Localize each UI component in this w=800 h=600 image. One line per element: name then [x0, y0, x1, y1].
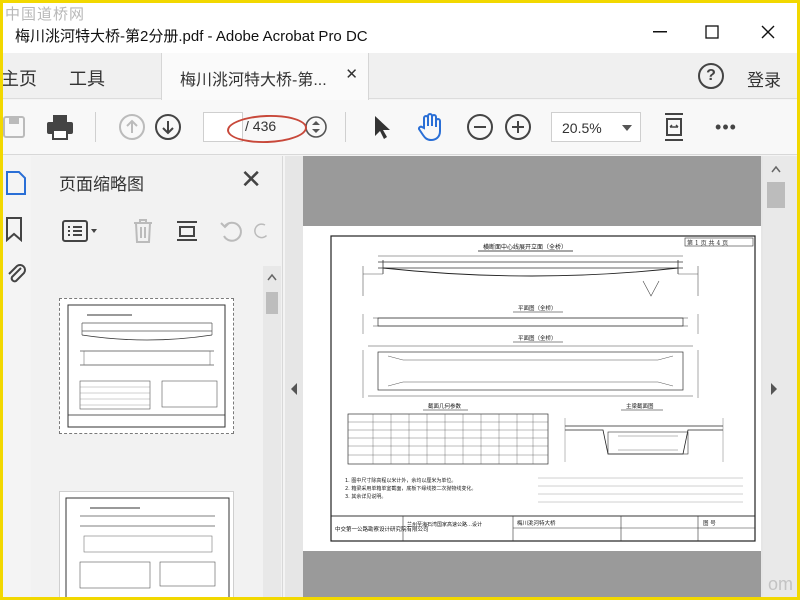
thumbnails-scrollbar[interactable] — [263, 266, 281, 597]
thumbnail-2-drawing — [65, 497, 230, 597]
menu-tab-bar: 主页 工具 梅川洮河特大桥-第... ✕ ? 登录 — [3, 53, 797, 100]
extract-page-button[interactable] — [173, 218, 201, 244]
zoom-in-button[interactable] — [501, 110, 535, 144]
login-link[interactable]: 登录 — [747, 66, 781, 91]
zoom-level-value: 20.5% — [562, 120, 602, 136]
minus-circle-icon — [467, 114, 493, 140]
more-tools-button[interactable]: ••• — [709, 110, 743, 144]
thumbnail-1-drawing — [67, 304, 226, 428]
maximize-icon — [705, 25, 719, 39]
document-view: 第 1 页 共 4 页 横断面中心线展开立面（全桥） 平面图（全桥） 平面图（全… — [285, 156, 797, 597]
hand-tool-button[interactable] — [413, 110, 447, 144]
tab-document[interactable]: 梅川洮河特大桥-第... ✕ — [161, 53, 369, 100]
engineering-drawing: 第 1 页 共 4 页 横断面中心线展开立面（全桥） 平面图（全桥） 平面图（全… — [330, 235, 756, 542]
navigation-rail — [3, 156, 31, 597]
bookmarks-nav-button[interactable] — [5, 216, 27, 243]
watermark-logo: 中国道桥网 — [5, 5, 86, 23]
chevron-down-icon — [622, 125, 632, 131]
page-gap-bottom — [303, 551, 761, 597]
arrow-up-circle-icon — [119, 114, 145, 140]
scrollbar-thumb[interactable] — [266, 292, 278, 314]
rotate-left-icon — [220, 221, 242, 242]
title-block-bridge: 梅川洮河特大桥 — [517, 519, 556, 527]
stepper-icon — [305, 116, 327, 138]
window-title: 梅川洮河特大桥-第2分册.pdf - Adobe Acrobat Pro DC — [15, 28, 368, 45]
title-block-drawing-no: 图 号 — [703, 519, 716, 527]
save-icon — [3, 116, 25, 138]
expand-right-pane-arrow-icon — [771, 383, 777, 395]
minimize-icon — [653, 31, 667, 33]
note-3: 3. 其余详见说明。 — [345, 493, 386, 500]
note-2: 2. 箱梁采用单箱单室截面，底板下缘线按二次抛物线变化。 — [345, 485, 476, 492]
delete-page-button[interactable] — [129, 218, 157, 244]
panel-title: 页面缩略图 — [59, 175, 144, 194]
tab-document-label: 梅川洮河特大桥-第... — [180, 72, 327, 89]
fit-page-button[interactable] — [657, 110, 691, 144]
close-window-button[interactable] — [745, 17, 791, 47]
toolbar-separator — [95, 112, 96, 142]
page-thumbnails-nav-button[interactable] — [5, 170, 27, 196]
page-thumbnail-1[interactable] — [59, 298, 234, 434]
scroll-up-arrow-icon — [267, 273, 277, 281]
note-1: 1. 图中尺寸除高程以米计外，余均以厘米为单位。 — [345, 477, 456, 484]
toolbar-separator — [345, 112, 346, 142]
drawing-title-elevation: 横断面中心线展开立面（全桥） — [483, 243, 567, 251]
rotate-right-icon — [254, 223, 268, 239]
close-icon — [761, 25, 775, 39]
collapse-panel-arrow-icon — [291, 383, 297, 395]
minimize-button[interactable] — [637, 17, 683, 47]
trash-icon — [134, 219, 152, 243]
previous-page-button[interactable] — [115, 110, 149, 144]
printer-icon — [47, 115, 73, 140]
hand-icon — [418, 113, 441, 142]
document-scrollbar[interactable] — [763, 156, 797, 597]
main-toolbar: / 436 20.5% ••• — [3, 100, 797, 155]
table-title: 截面几何参数 — [428, 402, 462, 410]
print-button[interactable] — [43, 110, 77, 144]
fit-page-icon — [665, 113, 683, 141]
rotate-left-button[interactable] — [217, 218, 245, 244]
save-button[interactable] — [3, 110, 31, 144]
page-gap-top — [303, 156, 761, 226]
menu-tools[interactable]: 工具 — [69, 65, 105, 91]
drawing-title-plan: 平面图（全桥） — [518, 304, 557, 312]
rotate-right-button[interactable] — [253, 218, 271, 244]
scroll-up-arrow-icon — [771, 165, 781, 173]
options-list-icon — [62, 220, 97, 242]
zoom-out-button[interactable] — [463, 110, 497, 144]
extract-icon — [177, 221, 197, 241]
attachments-nav-button[interactable] — [5, 260, 27, 286]
thumbnail-options-button[interactable] — [61, 218, 101, 244]
svg-text:平面图（全桥）: 平面图（全桥） — [518, 334, 557, 342]
arrow-down-circle-icon — [155, 114, 181, 140]
bookmark-icon — [6, 217, 22, 243]
thumbnail-list: 1 — [31, 266, 269, 597]
next-page-button[interactable] — [151, 110, 185, 144]
acrobat-window: 中国道桥网 梅川洮河特大桥-第2分册.pdf - Adobe Acrobat P… — [0, 0, 800, 600]
cross-section-title: 主梁截面图 — [626, 402, 654, 410]
plus-circle-icon — [505, 114, 531, 140]
zoom-level-select[interactable]: 20.5% — [551, 112, 641, 142]
sheet-number: 第 1 页 共 4 页 — [687, 239, 728, 247]
scrollbar-thumb[interactable] — [767, 182, 785, 208]
select-tool-button[interactable] — [365, 110, 399, 144]
menu-home[interactable]: 主页 — [3, 65, 37, 91]
panel-close-button[interactable]: ✕ — [240, 166, 262, 192]
paperclip-icon — [8, 264, 26, 283]
page-icon — [6, 171, 26, 195]
pdf-page[interactable]: 第 1 页 共 4 页 横断面中心线展开立面（全桥） 平面图（全桥） 平面图（全… — [303, 226, 761, 551]
help-icon[interactable]: ? — [698, 63, 724, 89]
maximize-button[interactable] — [689, 17, 735, 47]
page-thumbnail-2[interactable] — [59, 491, 234, 597]
watermark-text: om — [767, 574, 793, 594]
tab-close-button[interactable]: ✕ — [345, 65, 358, 83]
title-block-project: 兰州至海石湾国家高速公路…设计 — [407, 521, 482, 528]
title-bar: 中国道桥网 梅川洮河特大桥-第2分册.pdf - Adobe Acrobat P… — [3, 3, 797, 53]
thumbnails-panel: 页面缩略图 ✕ — [31, 156, 283, 597]
cursor-arrow-icon — [375, 116, 390, 139]
panel-toolbar — [31, 204, 283, 254]
